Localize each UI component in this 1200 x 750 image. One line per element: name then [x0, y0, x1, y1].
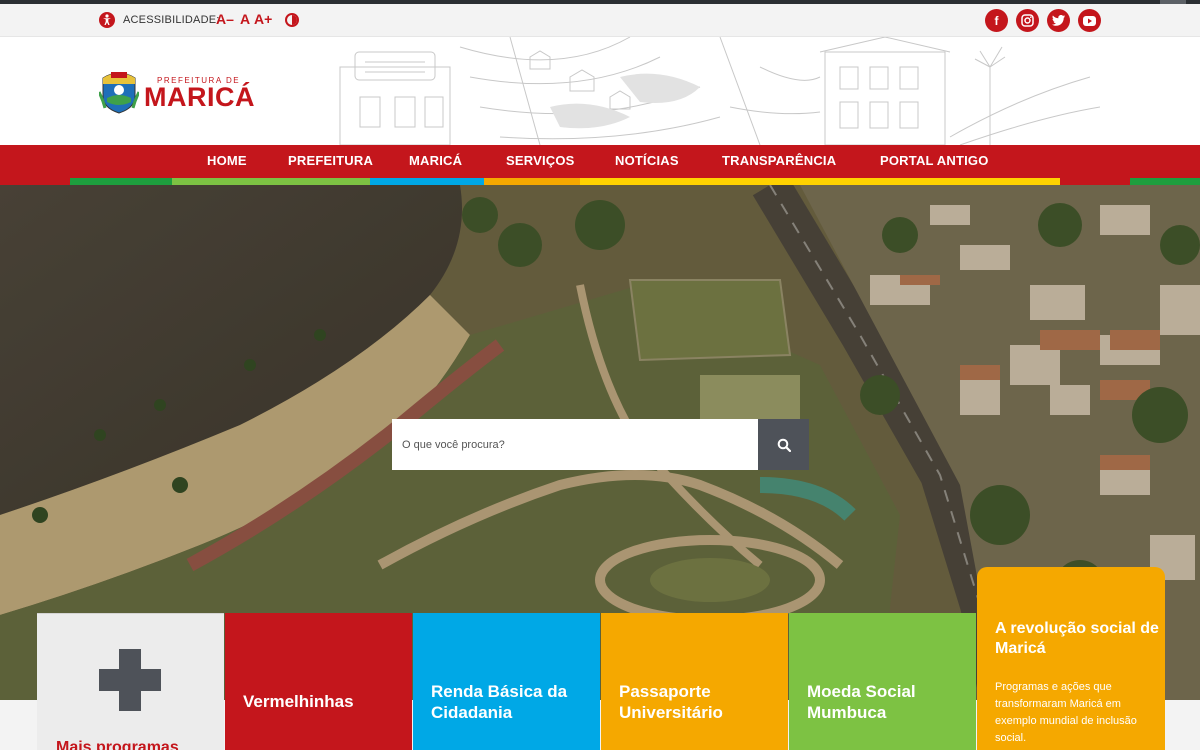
accessibility-label: ACESSIBILIDADE: — [123, 14, 220, 26]
program-card-vermelhinhas[interactable]: Vermelhinhas — [225, 613, 412, 750]
plus-icon-bar — [99, 669, 161, 691]
color-stripe — [1130, 178, 1200, 185]
facebook-icon[interactable]: f — [985, 9, 1008, 32]
social-revolution-title: A revolução social de Maricá — [995, 620, 1159, 657]
program-card-mumbuca[interactable]: Moeda Social Mumbuca — [789, 613, 976, 750]
nav-marica[interactable]: MARICÁ — [409, 153, 462, 168]
program-card-title: Vermelhinhas — [243, 692, 354, 711]
search-bar — [392, 419, 809, 470]
city-sketch-banner — [339, 37, 1100, 145]
nav-servicos[interactable]: SERVIÇOS — [506, 153, 575, 168]
search-button[interactable] — [758, 419, 809, 470]
contrast-icon[interactable] — [285, 13, 299, 27]
nav-prefeitura[interactable]: PREFEITURA — [288, 153, 373, 168]
prefeitura-logo[interactable]: PREFEITURA DE MARICÁ — [99, 70, 259, 114]
program-card-passaporte[interactable]: Passaporte Universitário — [601, 613, 788, 750]
nav-home[interactable]: HOME — [207, 153, 247, 168]
coat-of-arms-icon — [99, 72, 139, 114]
color-stripe — [1060, 178, 1130, 185]
instagram-icon[interactable] — [1016, 9, 1039, 32]
program-card-title: Moeda Social Mumbuca — [807, 682, 916, 722]
color-stripe — [484, 178, 580, 185]
font-decrease-button[interactable]: A– — [216, 11, 234, 27]
nav-portal-antigo[interactable]: PORTAL ANTIGO — [880, 153, 989, 168]
site-header: PREFEITURA DE MARICÁ — [0, 37, 1200, 145]
more-programs-card[interactable]: Mais programas — [37, 613, 224, 750]
search-icon — [777, 438, 791, 452]
program-card-renda-basica[interactable]: Renda Básica da Cidadania — [413, 613, 600, 750]
nav-transparencia[interactable]: TRANSPARÊNCIA — [722, 153, 836, 168]
main-navigation: HOME PREFEITURA MARICÁ SERVIÇOS NOTÍCIAS… — [0, 145, 1200, 178]
accessibility-icon[interactable] — [99, 12, 115, 28]
more-programs-label: Mais programas — [56, 739, 179, 750]
logo-title: MARICÁ — [144, 82, 255, 112]
color-stripe — [172, 178, 370, 185]
color-stripe — [370, 178, 484, 185]
youtube-icon[interactable] — [1078, 9, 1101, 32]
top-utility-bar: ACESSIBILIDADE: A– A A+ f — [0, 4, 1200, 37]
twitter-icon[interactable] — [1047, 9, 1070, 32]
nav-noticias[interactable]: NOTÍCIAS — [615, 153, 679, 168]
color-stripe — [0, 178, 70, 185]
program-card-title: Passaporte Universitário — [619, 682, 723, 722]
search-input[interactable] — [392, 419, 758, 470]
font-normal-button[interactable]: A — [240, 11, 250, 27]
social-revolution-card[interactable]: A revolução social de Maricá Programas e… — [977, 567, 1165, 750]
program-card-title: Renda Básica da Cidadania — [431, 682, 568, 722]
color-stripe — [580, 178, 1060, 185]
social-revolution-text: Programas e ações que transformaram Mari… — [995, 681, 1137, 744]
color-stripe — [70, 178, 172, 185]
font-increase-button[interactable]: A+ — [254, 11, 272, 27]
